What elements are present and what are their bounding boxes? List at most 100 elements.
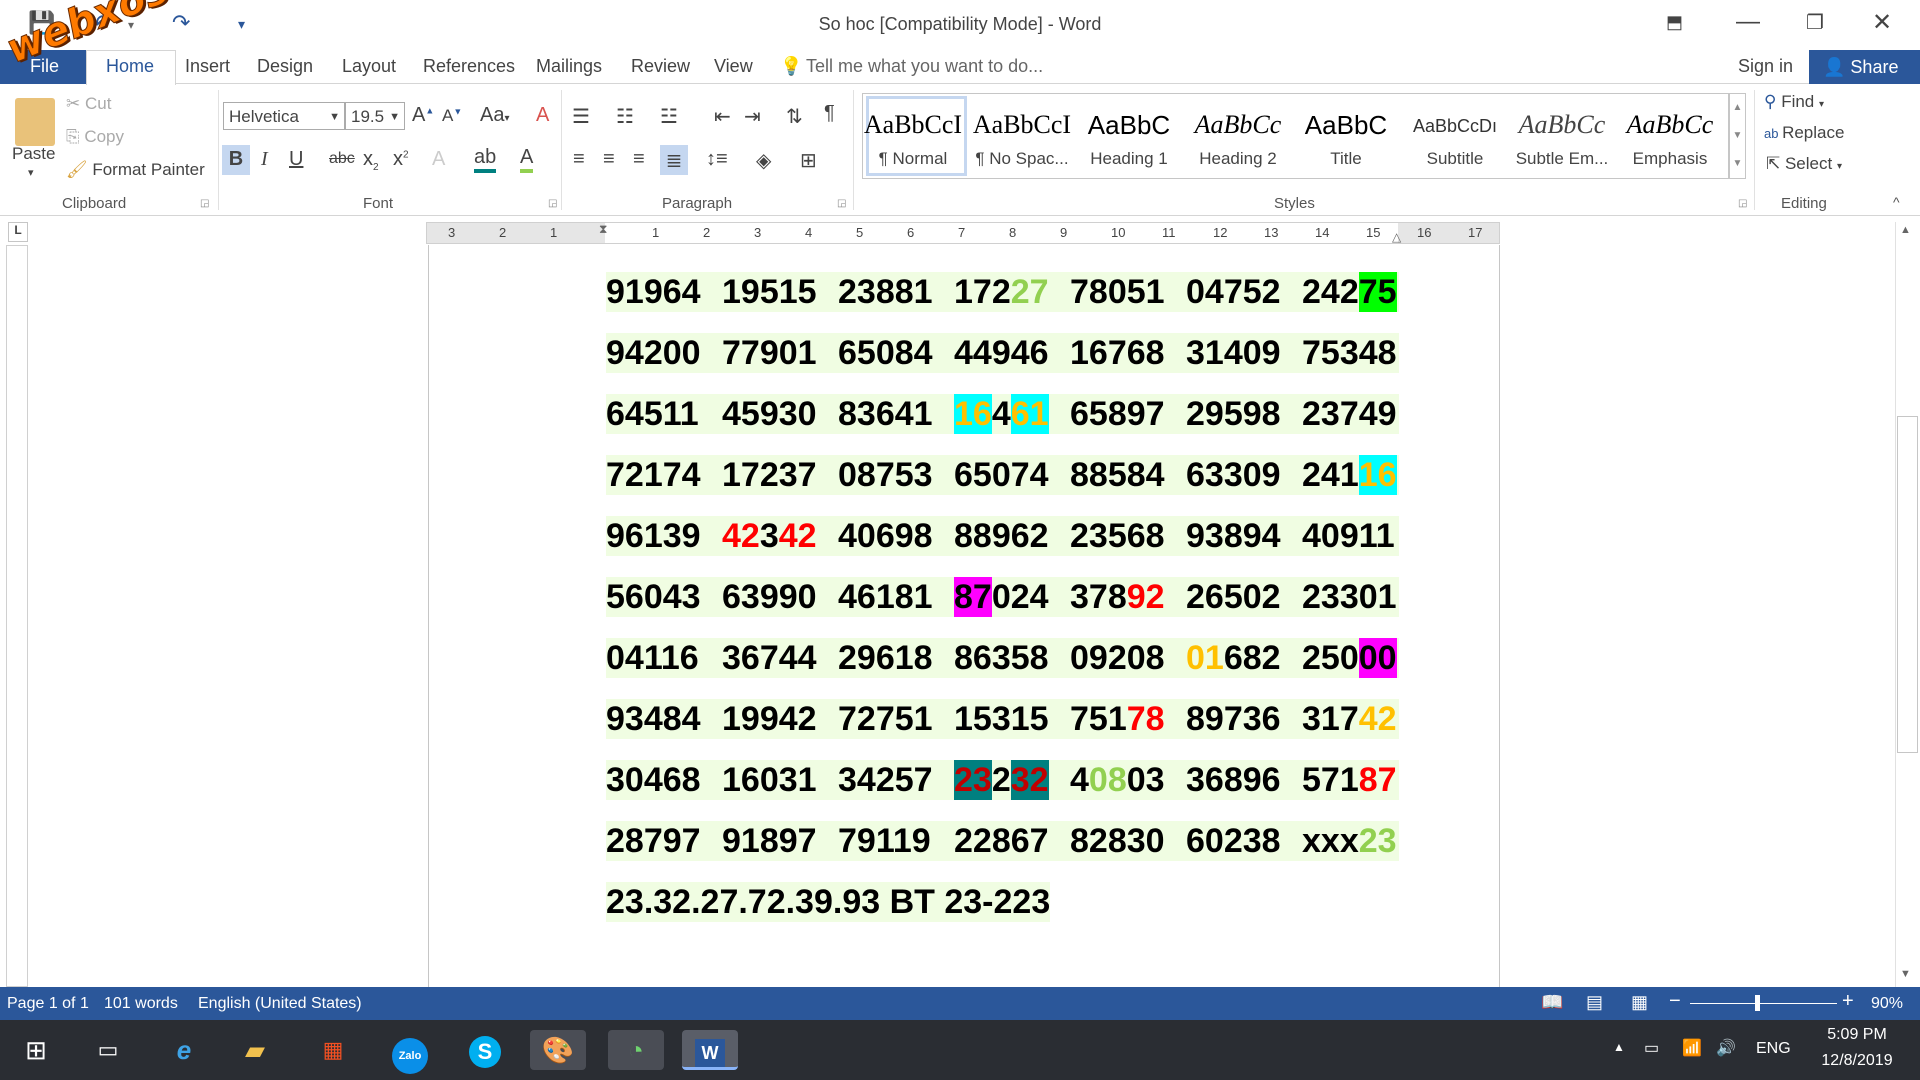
subscript-icon[interactable]: x2 [363, 148, 379, 173]
file-explorer-icon[interactable]: ▰ [227, 1030, 283, 1070]
shrink-font-icon[interactable]: A▼ [442, 106, 462, 126]
number-group[interactable]: 19515 [722, 272, 817, 312]
number-group[interactable]: 83641 [838, 394, 933, 434]
change-case-button[interactable]: Aa▾ [480, 104, 510, 127]
paragraph-launcher-icon[interactable]: ◲ [837, 198, 846, 209]
number-group[interactable]: 22867 [954, 821, 1049, 861]
format-painter-button[interactable]: 🖌 Format Painter [66, 160, 205, 180]
scroll-up-arrow-icon[interactable]: ▲ [1900, 224, 1911, 236]
indent-marker-icon[interactable]: ⧗ [599, 222, 607, 237]
show-formatting-marks-icon[interactable]: ¶ [824, 102, 835, 125]
read-mode-icon[interactable]: 📖 [1541, 992, 1563, 1013]
number-group[interactable]: 78051 [1070, 272, 1165, 312]
word-count[interactable]: 101 words [104, 995, 178, 1013]
tab-insert[interactable]: Insert [185, 56, 230, 77]
styles-launcher-icon[interactable]: ◲ [1738, 198, 1747, 209]
style-sample[interactable]: AaBbC [1075, 110, 1183, 141]
style-item-subtle-em-[interactable]: Subtle Em... [1508, 149, 1616, 169]
tab-view[interactable]: View [714, 56, 753, 77]
style-item-heading-1[interactable]: Heading 1 [1075, 149, 1183, 169]
number-group[interactable]: 36744 [722, 638, 817, 678]
text-effects-icon[interactable]: A [432, 148, 445, 171]
tab-design[interactable]: Design [257, 56, 313, 77]
number-group[interactable]: 23301 [1302, 577, 1397, 617]
number-group[interactable]: 16031 [722, 760, 817, 800]
number-group[interactable]: 64511 [606, 394, 699, 434]
font-color-icon[interactable]: A [520, 146, 534, 173]
number-group[interactable]: 63990 [722, 577, 817, 617]
number-group[interactable]: 04752 [1186, 272, 1281, 312]
number-group[interactable]: 65084 [838, 333, 933, 373]
number-group[interactable]: 93484 [606, 699, 701, 739]
font-launcher-icon[interactable]: ◲ [548, 198, 557, 209]
number-group[interactable]: 40803 [1070, 760, 1165, 800]
web-layout-icon[interactable]: ▦ [1631, 992, 1648, 1013]
page-count[interactable]: Page 1 of 1 [7, 995, 89, 1013]
number-group[interactable]: 34257 [838, 760, 933, 800]
number-group[interactable]: 04116 [606, 638, 699, 678]
summary-line[interactable]: 23.32.27.72.39.93 BT 23-223 [606, 882, 1051, 922]
number-group[interactable]: 40911 [1302, 516, 1395, 556]
tab-review[interactable]: Review [631, 56, 690, 77]
number-group[interactable]: 29618 [838, 638, 933, 678]
style-sample[interactable]: AaBbCcI [859, 110, 967, 140]
language-indicator[interactable]: English (United States) [198, 995, 362, 1013]
number-group[interactable]: 15315 [954, 699, 1049, 739]
number-group[interactable]: 24116 [1302, 455, 1397, 495]
align-right-icon[interactable]: ≡ [633, 148, 645, 171]
number-group[interactable]: 65897 [1070, 394, 1165, 434]
number-group[interactable]: 09208 [1070, 638, 1165, 678]
collapse-ribbon-icon[interactable]: ^ [1893, 194, 1900, 210]
zoom-in-button[interactable]: + [1842, 990, 1854, 1013]
number-group[interactable]: 17227 [954, 272, 1049, 312]
close-button[interactable]: ✕ [1872, 8, 1892, 37]
tab-references[interactable]: References [423, 56, 515, 77]
zalo-icon[interactable]: Zalo [382, 1030, 438, 1074]
show-hidden-icons[interactable]: ▲ [1613, 1040, 1625, 1054]
sort-icon[interactable]: ⇅ [786, 104, 803, 129]
clipboard-launcher-icon[interactable]: ◲ [200, 198, 209, 209]
zoom-slider[interactable] [1690, 1003, 1837, 1004]
number-group[interactable]: 72174 [606, 455, 701, 495]
number-group[interactable]: 93894 [1186, 516, 1281, 556]
borders-icon[interactable]: ⊞ [800, 148, 817, 173]
copy-button[interactable]: ⎘ Copy [66, 127, 124, 147]
align-left-icon[interactable]: ≡ [573, 148, 585, 171]
number-group[interactable]: 56043 [606, 577, 701, 617]
tell-me-search[interactable]: Tell me what you want to do... [806, 56, 1043, 77]
task-view-icon[interactable]: ▭ [80, 1030, 136, 1070]
cut-button[interactable]: ✂ Cut [66, 94, 111, 114]
number-group[interactable]: 31409 [1186, 333, 1281, 373]
justify-icon[interactable]: ≣ [660, 145, 688, 175]
scroll-up-icon[interactable]: ▲ [1730, 94, 1745, 122]
number-group[interactable]: 94200 [606, 333, 701, 373]
clear-formatting-icon[interactable]: A [536, 104, 549, 127]
app-icon[interactable]: ◔ [608, 1030, 664, 1070]
bullets-icon[interactable]: ☰ [572, 104, 590, 129]
highlight-color-icon[interactable]: ab [474, 146, 497, 173]
number-group[interactable]: 24275 [1302, 272, 1397, 312]
number-group[interactable]: 77901 [722, 333, 817, 373]
paste-icon[interactable] [15, 98, 55, 146]
battery-icon[interactable]: ▭ [1644, 1038, 1659, 1058]
tab-home-label[interactable]: Home [106, 56, 154, 77]
style-item--normal[interactable]: ¶ Normal [859, 149, 967, 169]
skype-icon[interactable]: S [457, 1030, 513, 1070]
font-size-select[interactable]: 19.5 ▼ [345, 102, 405, 130]
select-button[interactable]: ⇱ Select ▾ [1766, 154, 1842, 174]
number-group[interactable]: 40698 [838, 516, 933, 556]
restore-button[interactable]: ❐ [1806, 10, 1824, 35]
scrollbar-thumb[interactable] [1897, 416, 1918, 753]
tab-layout[interactable]: Layout [342, 56, 396, 77]
number-group[interactable]: 29598 [1186, 394, 1281, 434]
windows-start-icon[interactable]: ⊞ [8, 1030, 64, 1070]
replace-button[interactable]: ab Replace [1764, 123, 1844, 143]
wifi-icon[interactable]: 📶 [1682, 1038, 1702, 1058]
style-sample[interactable]: AaBbCc [1184, 110, 1292, 140]
number-group[interactable]: 86358 [954, 638, 1049, 678]
zoom-level[interactable]: 90% [1871, 995, 1903, 1013]
share-button[interactable]: 👤 Share [1809, 50, 1920, 84]
line-spacing-icon[interactable]: ↕≡ [706, 148, 728, 171]
font-name-select[interactable]: Helvetica ▼ [223, 102, 345, 130]
style-item-emphasis[interactable]: Emphasis [1616, 149, 1724, 169]
